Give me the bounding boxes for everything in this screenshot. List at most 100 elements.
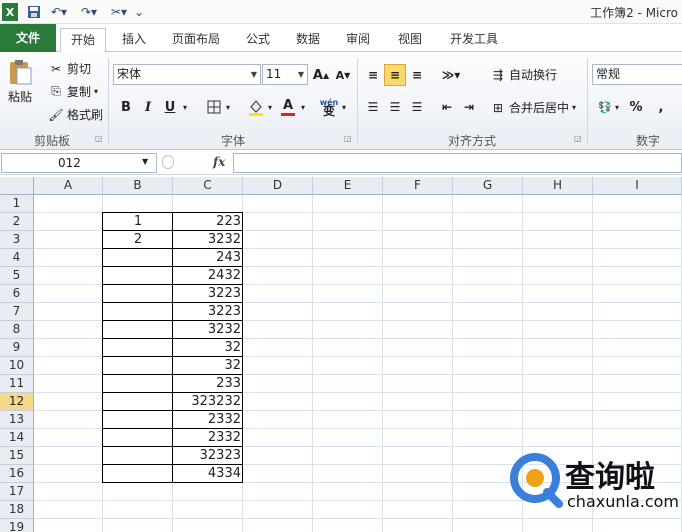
row-header-3[interactable]: 3	[0, 231, 34, 249]
undo-icon[interactable]: ↶▾	[48, 3, 70, 21]
fill-color-dropdown-icon[interactable]: ▾	[264, 96, 276, 118]
cell-c11[interactable]: 233	[173, 375, 243, 393]
row-header-13[interactable]: 13	[0, 411, 34, 429]
align-top-icon[interactable]: ≡	[362, 64, 384, 86]
align-right-icon[interactable]: ☰	[406, 96, 428, 118]
cell-c2[interactable]: 223	[173, 213, 243, 231]
align-center-icon[interactable]: ☰	[384, 96, 406, 118]
row-header-9[interactable]: 9	[0, 339, 34, 357]
chevron-down-icon[interactable]: ▼	[142, 157, 148, 166]
save-icon[interactable]	[26, 3, 42, 21]
cell-c17[interactable]	[173, 483, 243, 501]
cell-c13[interactable]: 2332	[173, 411, 243, 429]
row-header-16[interactable]: 16	[0, 465, 34, 483]
column-header-f[interactable]: F	[383, 177, 453, 195]
formula-bar-resize-handle[interactable]	[162, 155, 174, 169]
clipboard-launcher-icon[interactable]: ◲	[95, 134, 103, 143]
font-name-combo[interactable]: 宋体 ▼	[113, 64, 261, 85]
underline-dropdown-icon[interactable]: ▾	[178, 96, 192, 118]
column-header-a[interactable]: A	[34, 177, 103, 195]
cell-c16[interactable]: 4334	[173, 465, 243, 483]
cell-b7[interactable]	[103, 303, 173, 321]
decrease-indent-icon[interactable]: ⇤	[436, 96, 458, 118]
tab-view[interactable]: 视图	[392, 28, 428, 52]
merge-center-button[interactable]: ⊞ 合并后居中 ▾	[490, 99, 576, 116]
paste-button[interactable]: 粘贴	[6, 58, 34, 105]
cell-b11[interactable]	[103, 375, 173, 393]
cell-c18[interactable]	[173, 501, 243, 519]
redo-icon[interactable]: ↷▾	[78, 3, 100, 21]
cell-b10[interactable]	[103, 357, 173, 375]
row-header-19[interactable]: 19	[0, 519, 34, 532]
cell-b5[interactable]	[103, 267, 173, 285]
cell-b8[interactable]	[103, 321, 173, 339]
select-all-corner[interactable]	[0, 177, 34, 195]
tab-formulas[interactable]: 公式	[240, 28, 276, 52]
format-painter-button[interactable]: 🖌 格式刷	[48, 106, 103, 123]
tab-insert[interactable]: 插入	[116, 28, 152, 52]
font-color-dropdown-icon[interactable]: ▾	[297, 96, 309, 118]
cell-c8[interactable]: 3232	[173, 321, 243, 339]
align-left-icon[interactable]: ☰	[362, 96, 384, 118]
tab-data[interactable]: 数据	[290, 28, 326, 52]
column-header-i[interactable]: I	[593, 177, 682, 195]
customize-tools-icon[interactable]: ✂▾	[108, 3, 130, 21]
cell-b17[interactable]	[103, 483, 173, 501]
percent-button[interactable]: %	[625, 96, 647, 118]
increase-indent-icon[interactable]: ⇥	[458, 96, 480, 118]
tab-page-layout[interactable]: 页面布局	[166, 28, 226, 52]
row-header-15[interactable]: 15	[0, 447, 34, 465]
row-header-18[interactable]: 18	[0, 501, 34, 519]
font-launcher-icon[interactable]: ◲	[344, 134, 352, 143]
insert-function-icon[interactable]: fx	[213, 155, 225, 169]
row-header-10[interactable]: 10	[0, 357, 34, 375]
cell-b3[interactable]: 2	[103, 231, 173, 249]
cell-c19[interactable]	[173, 519, 243, 532]
column-header-h[interactable]: H	[523, 177, 593, 195]
cell-c5[interactable]: 2432	[173, 267, 243, 285]
shrink-font-button[interactable]: A ▼	[332, 64, 354, 86]
cell-b6[interactable]	[103, 285, 173, 303]
cell-c15[interactable]: 32323	[173, 447, 243, 465]
bold-button[interactable]: B	[115, 96, 137, 118]
tab-home[interactable]: 开始	[60, 28, 106, 53]
italic-button[interactable]: I	[137, 96, 159, 118]
wrap-text-button[interactable]: ⇶ 自动换行	[490, 66, 557, 83]
orientation-icon[interactable]: ≫▾	[440, 64, 462, 86]
cell-b4[interactable]	[103, 249, 173, 267]
cut-button[interactable]: ✂ 剪切	[48, 60, 91, 77]
cell-b12[interactable]	[103, 393, 173, 411]
comma-button[interactable]: ,	[650, 96, 672, 118]
cell-c6[interactable]: 3223	[173, 285, 243, 303]
row-header-8[interactable]: 8	[0, 321, 34, 339]
cell-c4[interactable]: 243	[173, 249, 243, 267]
row-header-2[interactable]: 2	[0, 213, 34, 231]
cell-c9[interactable]: 32	[173, 339, 243, 357]
row-header-11[interactable]: 11	[0, 375, 34, 393]
cell-c12[interactable]: 323232	[173, 393, 243, 411]
cell-c10[interactable]: 32	[173, 357, 243, 375]
copy-button[interactable]: ⎘ 复制 ▾	[48, 83, 98, 100]
column-header-c[interactable]: C	[173, 177, 243, 195]
cell-b14[interactable]	[103, 429, 173, 447]
align-bottom-icon[interactable]: ≡	[406, 64, 428, 86]
number-format-combo[interactable]: 常规	[592, 64, 682, 85]
tab-review[interactable]: 审阅	[340, 28, 376, 52]
column-header-g[interactable]: G	[453, 177, 523, 195]
cell-c14[interactable]: 2332	[173, 429, 243, 447]
cell-b16[interactable]	[103, 465, 173, 483]
align-middle-icon[interactable]: ≡	[384, 64, 406, 86]
row-header-17[interactable]: 17	[0, 483, 34, 501]
currency-dropdown-icon[interactable]: ▾	[612, 96, 622, 118]
row-header-6[interactable]: 6	[0, 285, 34, 303]
formula-input[interactable]	[233, 153, 682, 173]
row-header-7[interactable]: 7	[0, 303, 34, 321]
border-dropdown-icon[interactable]: ▾	[222, 96, 234, 118]
cell-b18[interactable]	[103, 501, 173, 519]
tab-developer[interactable]: 开发工具	[444, 28, 504, 52]
cell-b13[interactable]	[103, 411, 173, 429]
cell-b9[interactable]	[103, 339, 173, 357]
row-header-1[interactable]: 1	[0, 195, 34, 213]
tab-file[interactable]: 文件	[0, 24, 56, 52]
column-header-b[interactable]: B	[103, 177, 173, 195]
